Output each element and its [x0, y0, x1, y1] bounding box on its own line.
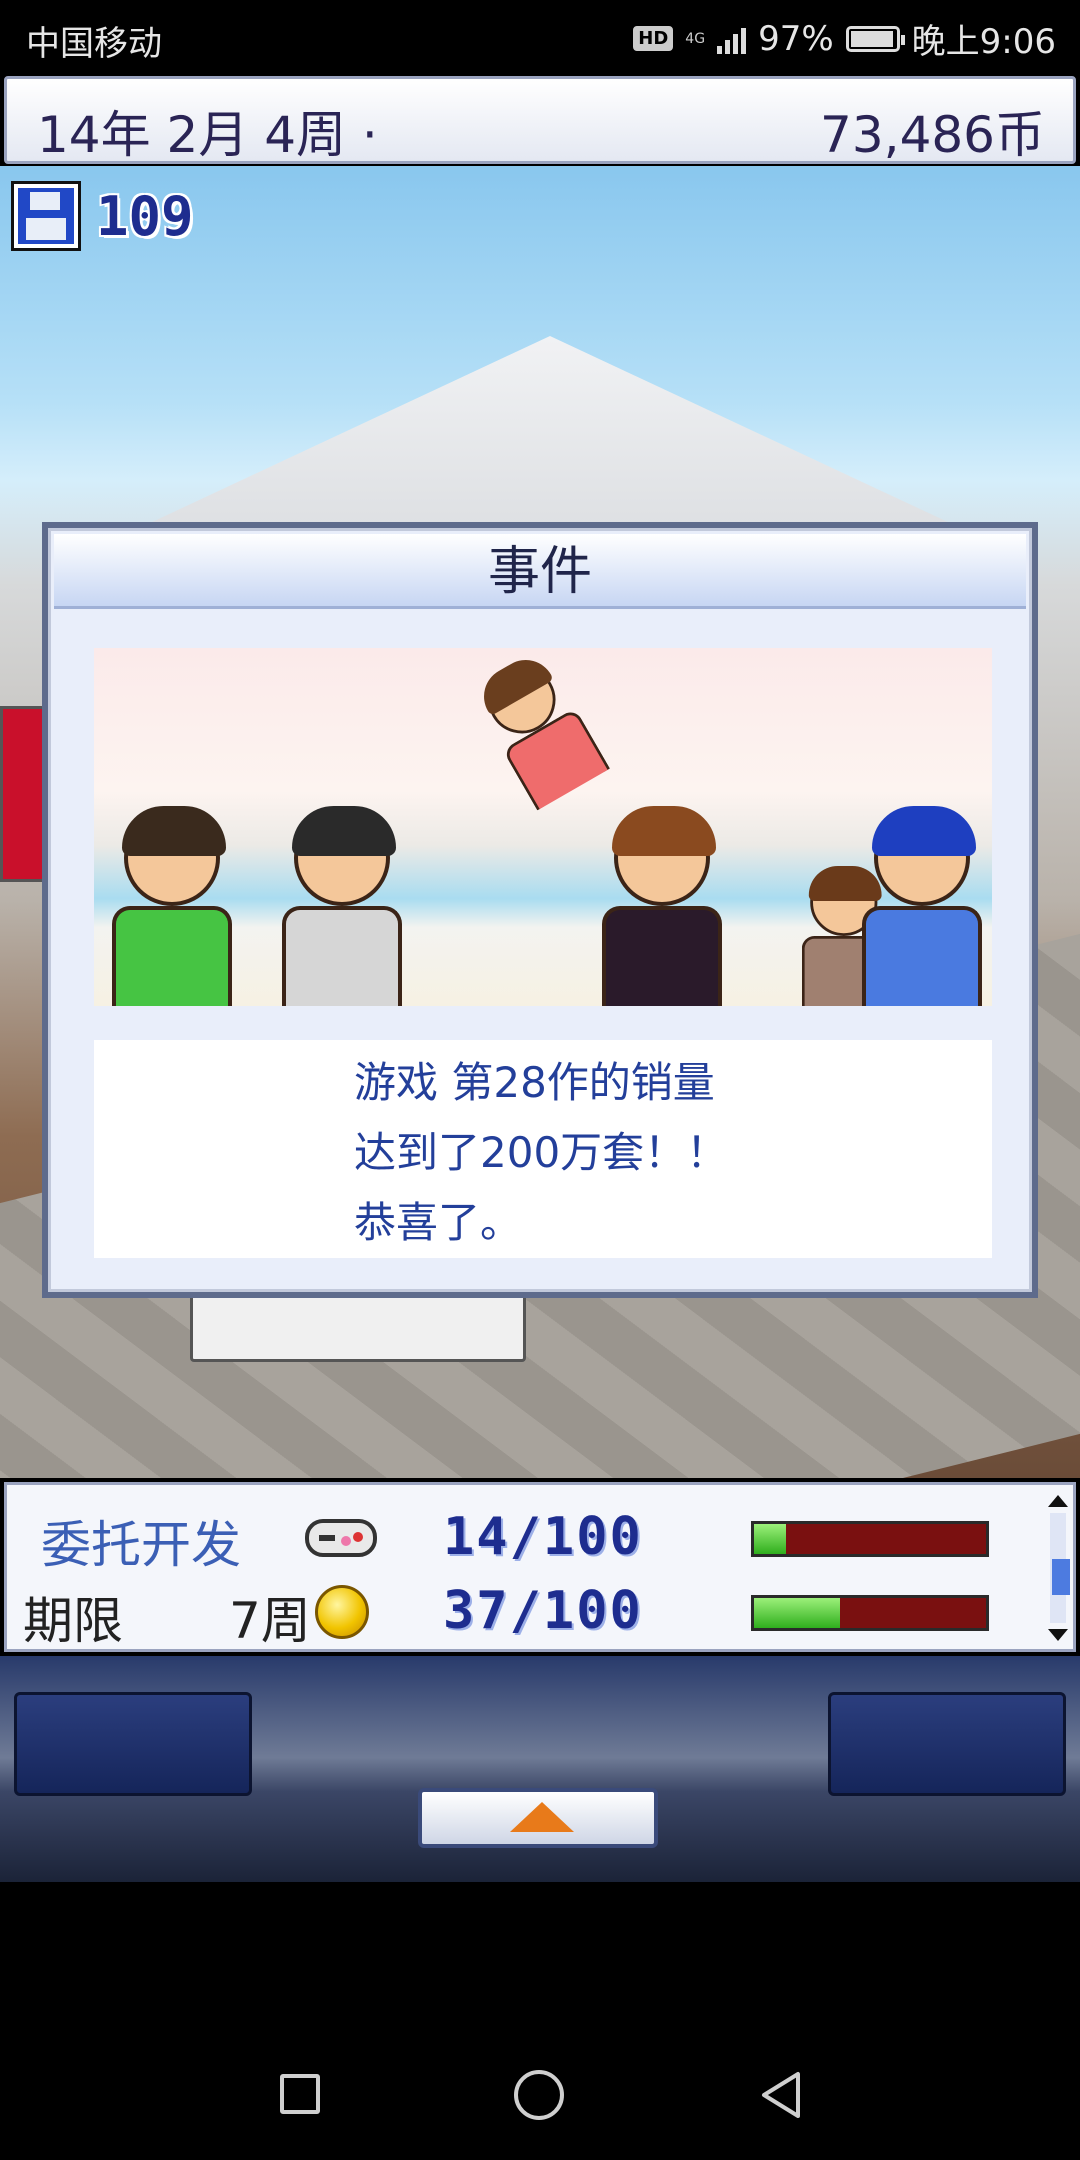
character: [112, 806, 232, 1006]
clock: 晚上9:06: [911, 22, 1056, 62]
contract-info-panel[interactable]: 委托开发 期限 7周 14/100 37/100: [4, 1482, 1076, 1652]
floppy-disk-icon[interactable]: [14, 184, 78, 248]
dialog-title: 事件: [54, 534, 1026, 609]
scroll-track[interactable]: [1050, 1513, 1070, 1623]
save-count: 109: [96, 184, 194, 248]
navigation-bar: [0, 2030, 1080, 2160]
battery-percent: 97%: [758, 18, 834, 59]
event-dialog[interactable]: 事件 游戏 第28作的销量 达到了200万套！！ 恭喜了。: [42, 522, 1038, 1298]
home-button[interactable]: [514, 2070, 564, 2120]
save-indicator[interactable]: 109: [14, 184, 194, 248]
progress-text-1: 14/100: [443, 1507, 643, 1567]
celebration-illustration: [94, 648, 992, 1006]
signal-icon: [717, 24, 747, 54]
message-line: 达到了200万套！！: [354, 1128, 729, 1177]
left-menu-button[interactable]: [14, 1692, 252, 1796]
top-hud: 14年 2月 4周 · 73,486币: [4, 76, 1076, 164]
progress-bar-2: [751, 1595, 989, 1631]
hd-icon: HD: [633, 26, 674, 51]
carrier-name: 中国移动: [26, 24, 162, 64]
event-message: 游戏 第28作的销量 达到了200万套！！ 恭喜了。: [94, 1040, 992, 1258]
scroll-down-icon[interactable]: [1048, 1629, 1068, 1641]
game-screen: 中国移动 HD 4G 97% 晚上9:06 14年 2月 4周 · 73,486…: [0, 0, 1080, 2160]
control-bar: [0, 1656, 1080, 1882]
expand-button[interactable]: [418, 1788, 658, 1848]
panel-scrollbar[interactable]: [1047, 1495, 1070, 1641]
character: [282, 806, 402, 1006]
scroll-thumb[interactable]: [1052, 1559, 1070, 1595]
character: [602, 806, 722, 1006]
scroll-up-icon[interactable]: [1048, 1495, 1068, 1507]
progress-bar-1: [751, 1521, 989, 1557]
status-icons: HD 4G 97% 晚上9:06: [633, 14, 1056, 63]
back-button[interactable]: [758, 2070, 806, 2120]
arrow-up-icon: [510, 1802, 574, 1832]
character: [473, 649, 611, 811]
progress-text-2: 37/100: [443, 1581, 643, 1641]
message-line: 游戏 第28作的销量: [354, 1058, 715, 1107]
character: [862, 806, 982, 1006]
right-menu-button[interactable]: [828, 1692, 1066, 1796]
coin-icon: [315, 1585, 369, 1639]
network-type-icon: 4G: [685, 30, 706, 47]
status-bar: 中国移动 HD 4G 97% 晚上9:06: [0, 0, 1080, 72]
recents-button[interactable]: [280, 2074, 320, 2114]
battery-icon: [845, 25, 905, 52]
money-display: 73,486币: [820, 106, 1045, 164]
deadline-value: 7周: [229, 1592, 311, 1650]
message-line: 恭喜了。: [354, 1198, 523, 1247]
deadline-label: 期限: [23, 1592, 123, 1650]
game-date: 14年 2月 4周 ·: [37, 106, 378, 164]
contract-label: 委托开发: [41, 1516, 241, 1574]
vending-machine: [0, 706, 48, 882]
controller-icon: [305, 1519, 377, 1557]
